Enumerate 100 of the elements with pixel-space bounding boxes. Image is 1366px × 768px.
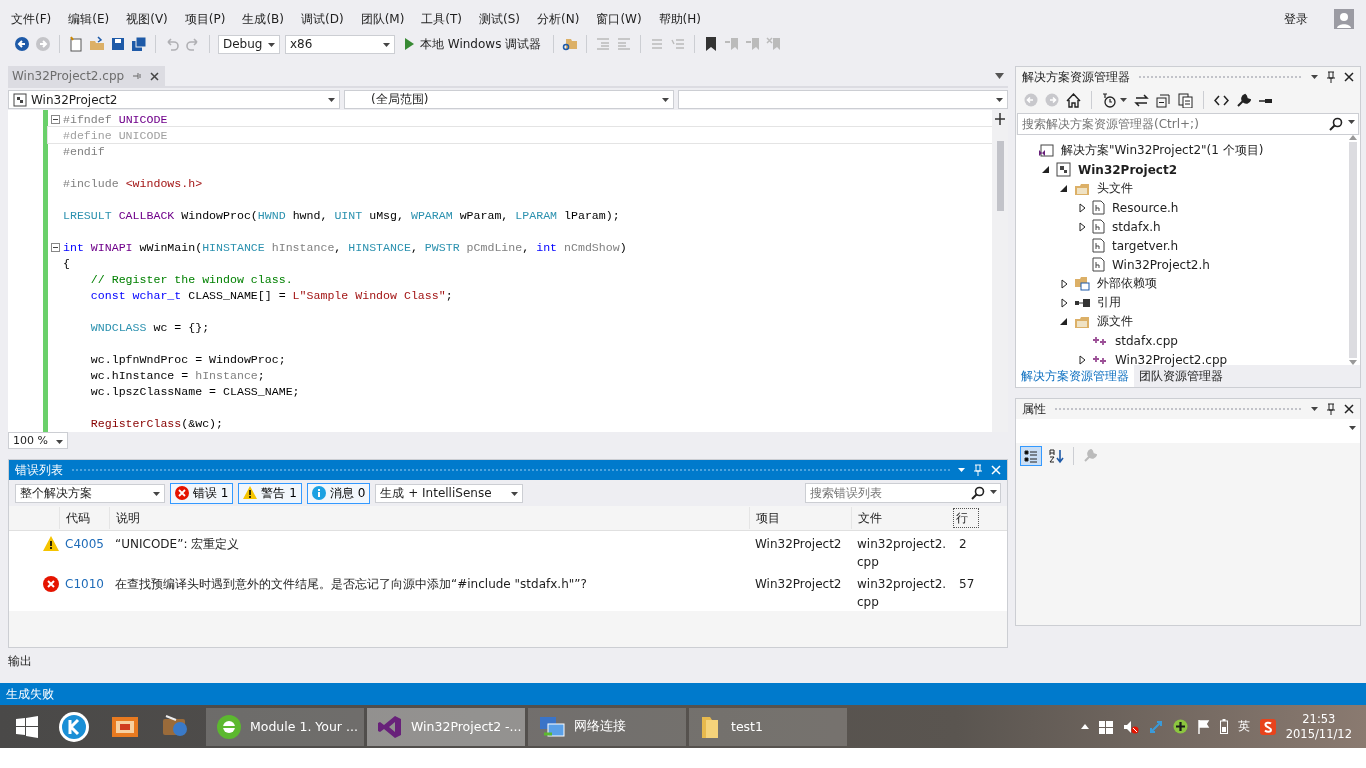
show-hidden-icons-icon[interactable] [1080,724,1089,729]
menu-item[interactable]: 工具(T) [414,10,473,28]
dropdown-arrow-icon[interactable] [383,42,390,47]
dropdown-arrow-icon[interactable] [1120,98,1127,102]
filter-toggle[interactable]: 错误 1 [170,482,234,504]
dropdown-arrow-icon[interactable] [662,98,669,102]
menu-item[interactable]: 测试(S) [472,10,531,28]
split-icon[interactable] [994,113,1006,125]
sogou-icon[interactable] [1259,718,1276,735]
search-icon[interactable] [1329,117,1343,131]
close-icon[interactable] [150,71,160,81]
battery-icon[interactable] [1219,719,1228,734]
save-all-icon[interactable] [131,36,147,52]
search-field[interactable]: 搜索错误列表 [805,483,1001,503]
zoom-dropdown[interactable]: 100 % [8,432,68,449]
platform-dropdown[interactable]: x86 [285,34,395,54]
collapse-icon[interactable] [51,114,60,124]
menu-item[interactable]: 文件(F) [4,10,62,28]
dropdown-arrow-icon[interactable] [996,98,1003,102]
tree-item[interactable]: stdafx.cpp [1016,331,1345,350]
collapse-icon[interactable] [51,242,60,252]
search-field[interactable]: 搜索解决方案资源管理器(Ctrl+;) [1017,113,1359,135]
menu-item[interactable]: 帮助(H) [651,10,711,28]
tab-list-icon[interactable] [995,73,1004,79]
dropdown-arrow-icon[interactable] [268,42,275,47]
project-dropdown[interactable]: Win32Project2 [8,90,340,109]
close-icon[interactable] [1344,404,1354,414]
tree-item[interactable]: Resource.h [1016,198,1345,217]
menu-item[interactable]: 调试(D) [294,10,354,28]
dropdown-arrow-icon[interactable] [328,98,335,102]
source-dropdown[interactable]: 生成 + IntelliSense [375,483,524,503]
save-icon[interactable] [110,36,126,52]
menu-item[interactable]: 视图(V) [119,10,178,28]
error-code-link[interactable]: C4005 [59,535,109,553]
clock[interactable]: 21:53 2015/11/12 [1285,711,1352,742]
column-header[interactable]: 文件 [851,507,953,529]
collapsed-arrow-icon[interactable] [1078,354,1086,365]
tree-item[interactable]: Win32Project2.h [1016,255,1345,274]
expanded-arrow-icon[interactable] [1060,317,1068,326]
dropdown-arrow-icon[interactable] [56,440,63,444]
categorized-icon[interactable] [1020,446,1042,466]
collapsed-arrow-icon[interactable] [1078,221,1086,232]
column-header[interactable]: 代码 [59,507,109,529]
error-code-link[interactable]: C1010 [59,575,109,593]
new-project-icon[interactable] [68,36,84,52]
flag-icon[interactable] [1197,719,1210,734]
filter-toggle[interactable]: 警告 1 [238,482,302,504]
start-button-icon[interactable] [16,715,38,738]
dropdown-arrow-icon[interactable] [511,491,519,496]
panel-tab[interactable]: 解决方案资源管理器 [1016,365,1134,387]
search-icon[interactable] [971,486,985,500]
configuration-dropdown[interactable]: Debug [218,34,280,54]
tree-item[interactable]: targetver.h [1016,236,1345,255]
filter-toggle[interactable]: 消息 0 [306,482,371,504]
open-folder-icon[interactable] [89,36,105,52]
dropdown-arrow-icon[interactable] [1348,120,1355,124]
windows-flag-icon[interactable] [1098,719,1113,734]
tree-item[interactable]: 源文件 [1016,312,1345,331]
tree-item[interactable]: 引用 [1016,293,1345,312]
document-tab[interactable]: Win32Project2.cpp [8,66,166,86]
home-icon[interactable] [1066,92,1081,108]
column-header[interactable]: 说明 [109,507,749,529]
history-icon[interactable] [1102,92,1117,108]
muted-speaker-icon[interactable] [1122,719,1139,734]
tree-item[interactable]: stdafx.h [1016,217,1345,236]
taskbar-button[interactable]: test1 [689,707,847,746]
scope-dropdown[interactable]: (全局范围) [344,90,674,109]
expanded-arrow-icon[interactable] [1060,184,1068,193]
alphabetical-icon[interactable] [1048,448,1064,464]
expanded-arrow-icon[interactable] [1042,165,1050,174]
pin-icon[interactable] [1326,71,1336,83]
sync-icon[interactable] [1134,92,1149,108]
menu-item[interactable]: 分析(N) [530,10,590,28]
scope-dropdown[interactable]: 整个解决方案 [15,483,165,503]
scrollbar-thumb[interactable] [996,141,1004,211]
tree-item[interactable]: 解决方案"Win32Project2"(1 个项目) [1016,141,1345,160]
collapsed-arrow-icon[interactable] [1060,278,1068,289]
find-in-files-icon[interactable] [562,36,579,52]
show-all-files-icon[interactable] [1178,92,1193,108]
column-header[interactable]: 项目 [749,507,851,529]
dropdown-arrow-icon[interactable] [153,491,160,496]
menu-item[interactable]: 生成(B) [235,10,294,28]
menu-item[interactable]: 窗口(W) [589,10,652,28]
taskbar-button[interactable]: Module 1. Your ... [206,707,364,746]
collapse-all-icon[interactable] [1156,92,1171,108]
sign-in-link[interactable]: 登录 [1284,10,1308,28]
input-method-indicator[interactable]: 英 [1237,718,1250,735]
collapsed-arrow-icon[interactable] [1078,202,1086,213]
dropdown-arrow-icon[interactable] [958,468,965,472]
column-header[interactable]: 行 [953,508,979,528]
dropdown-arrow-icon[interactable] [1311,75,1318,79]
menu-item[interactable]: 团队(M) [353,10,415,28]
tree-item[interactable]: Win32Project2 [1016,160,1345,179]
app-circle-icon[interactable] [58,710,90,743]
menu-item[interactable]: 编辑(E) [61,10,120,28]
start-debugger-button[interactable]: 本地 Windows 调试器 [400,35,546,53]
back-icon[interactable] [14,36,30,52]
taskbar-button[interactable]: 网络连接 [528,707,686,746]
properties-icon[interactable] [1236,92,1251,108]
tree-item[interactable]: 头文件 [1016,179,1345,198]
